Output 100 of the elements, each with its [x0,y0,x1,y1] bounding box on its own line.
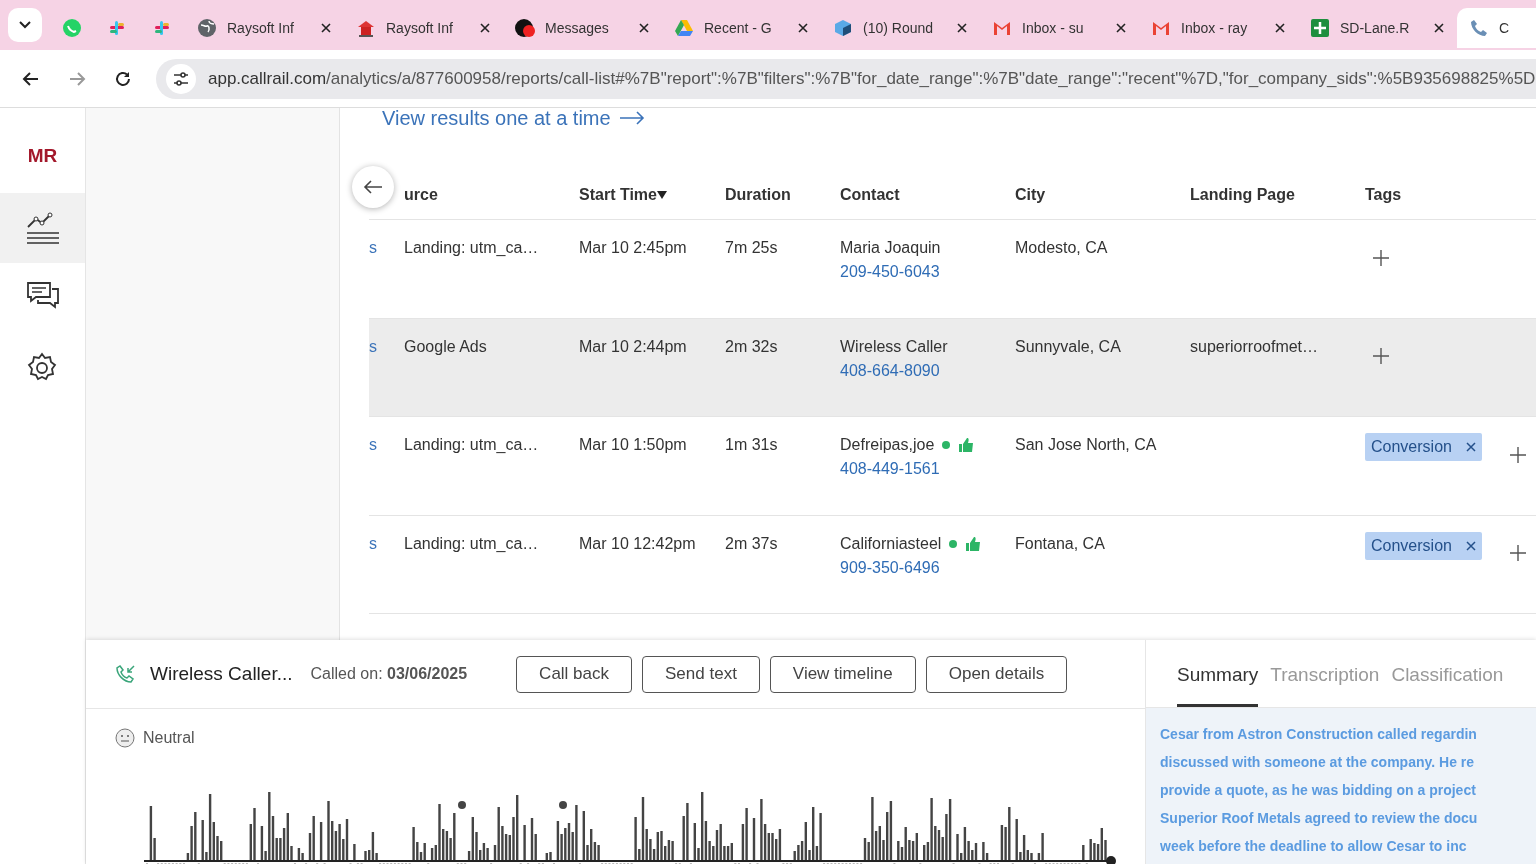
tab-list-button[interactable] [8,8,42,42]
sort-down-icon [656,190,667,199]
sidebar-item[interactable] [0,192,85,263]
sentiment-label: Neutral [143,728,195,748]
tab-title: Messages [545,18,609,38]
table-cell-text: Fontana, CA [1015,533,1106,554]
sliders-icon [173,71,189,86]
table-cell-text: 7m 25s [725,238,779,258]
table-row[interactable]: s Google Ads Mar 10 2:44pm 2m 32s Wireless Caller 408-664-8090 Sunnyvale, CA superiorroofmet… [369,318,1536,417]
table-row[interactable]: s Landing: utm_ca… Mar 10 2:45pm 7m 25s Maria Joaquin 209-450-6043 Modesto, CA [369,220,1536,319]
close-icon [1116,23,1126,33]
close-icon [321,23,331,33]
triangle-icon [674,18,694,38]
globe-icon [197,18,217,38]
table-row[interactable]: s Landing: utm_ca… Mar 10 12:42pm 2m 37s Californiasteel 909-350-6496 Fontana, CA Conversion [369,515,1536,614]
address-bar[interactable]: app.callrail.com/analytics/a/877600958/reports/call-list#%7B"report":%7B"filters":%7B"for_date_range":%7B"date_range":"recent"%7D,"for_company_sids":%5B935698825%5D [156,58,1536,99]
view-results-link[interactable]: View results one at a time [382,108,645,133]
tab-title: (10) Round [863,18,934,38]
chart-icon [25,210,60,245]
close-icon [480,23,490,33]
table-cell-text: Landing: utm_ca… [404,238,540,258]
arrow-left-icon [363,180,383,194]
neutral-face-icon [115,728,135,748]
browser-tab[interactable]: Messages [503,8,662,48]
close-icon [1465,540,1476,551]
summary-text: provide a quote, as he was bidding on a project [1160,781,1477,800]
column-header[interactable]: Start Time [579,182,725,207]
notification-badge-icon [515,18,535,38]
action-button[interactable]: Open details [925,655,1068,693]
browser-tab[interactable]: SD-Lane.R [1298,8,1457,48]
tag: Conversion [1365,531,1482,560]
action-button[interactable]: View timeline [769,655,916,693]
url-text: app.callrail.com/analytics/a/877600958/reports/call-list#%7B"report":%7B"filters":%7B"for_date_range":%7B"date_range":"recent"%7D,"for_company_sids":%5B935698825%5D [208,67,1536,90]
browser-tab[interactable]: Raysoft Inf [344,8,503,48]
pinwheel-icon [107,18,127,38]
thumbs-up-icon [965,535,982,552]
tab-title: Inbox - ray [1181,18,1248,38]
tab-title: C [1499,18,1510,38]
tab-title: Recent - G [704,18,772,38]
table-cell-text: Landing: utm_ca… [404,435,540,455]
table-cell-text: 2m 37s [725,533,779,554]
caller-name: Wireless Caller... [150,661,293,686]
close-icon [798,23,808,33]
contact-name: Californiasteel [840,533,942,554]
close-icon [1465,442,1476,452]
table-cell-text: Mar 10 2:45pm [579,238,688,258]
table-cell-text: superiorroofmet… [1190,336,1320,357]
column-header: Contact [840,184,901,205]
plus-icon [1373,249,1389,266]
cube-icon [833,18,853,38]
incoming-call-icon [116,664,136,684]
browser-tab[interactable]: Raysoft Inf [185,8,344,48]
table-cell-text: s [369,533,378,554]
contact-name: Wireless Caller [840,336,948,357]
phone-link[interactable]: 909-350-6496 [840,558,940,576]
browser-tab[interactable]: (10) Round [821,8,980,48]
called-on-date: Called on: 03/06/2025 [310,664,468,684]
close-icon [1434,23,1444,33]
tag: Conversion [1365,433,1482,461]
browser-tab[interactable]: C [1457,8,1536,48]
plus-icon [1509,446,1526,463]
phone-link[interactable]: 408-664-8090 [840,361,940,379]
plus-icon [1373,348,1389,365]
column-header: Landing Page [1190,184,1296,205]
table-cell-text: 1m 31s [725,435,779,455]
table-cell-text: Mar 10 2:44pm [579,336,688,357]
phone-link[interactable]: 209-450-6043 [840,263,940,280]
house-icon [356,18,376,38]
table-cell-text: s [369,238,378,258]
table-row[interactable]: s Landing: utm_ca… Mar 10 1:50pm 1m 31s Defreipas,joe 408-449-1561 San Jose North, CA Conversion [369,417,1536,516]
spreadsheet-icon [1310,18,1330,38]
column-header: Duration [725,184,792,205]
action-button[interactable]: Send text [642,655,760,693]
column-header: Tags [1365,184,1403,205]
column-header: urce [404,184,439,205]
arrow-right-icon [618,111,645,125]
table-cell-text: s [369,435,378,455]
browser-tab[interactable]: Inbox - ray [1139,8,1298,48]
close-icon [1275,23,1285,33]
thumbs-up-icon [958,437,975,453]
table-cell-text: s [369,336,378,357]
plus-icon [1509,545,1526,562]
action-button[interactable]: Call back [516,655,633,693]
column-header: City [1015,184,1047,205]
table-cell-text: Landing: utm_ca… [404,533,540,554]
tab-title: Raysoft Inf [227,18,294,38]
browser-tab[interactable]: Recent - G [662,8,821,48]
phone-icon [1469,18,1489,38]
summary-text: Superior Roof Metals agreed to review the docu [1160,809,1479,828]
summary-text: discussed with someone at the company. He re [1160,753,1476,772]
pinwheel-icon [152,18,172,38]
contact-name: Defreipas,joe [840,435,935,455]
browser-tab[interactable]: Inbox - su [980,8,1139,48]
site-info-button[interactable] [166,63,196,94]
phone-link[interactable]: 408-449-1561 [840,460,940,477]
chat-bubble-icon [62,18,82,38]
table-cell-text: Mar 10 1:50pm [579,435,688,455]
summary-text: week before the deadline to allow Cesar to inc [1160,837,1468,856]
tab-title: SD-Lane.R [1340,18,1410,38]
table-cell-text: San Jose North, CA [1015,435,1158,455]
